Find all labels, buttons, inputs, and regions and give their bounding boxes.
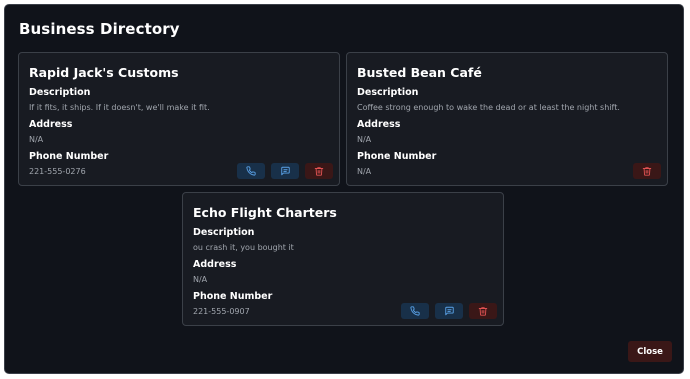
call-button[interactable] (401, 303, 429, 319)
dialog-title: Business Directory (19, 20, 180, 38)
address-label: Address (29, 119, 73, 130)
phone-label: Phone Number (193, 291, 273, 302)
description-value: Coffee strong enough to wake the dead or… (357, 103, 620, 112)
address-label: Address (193, 259, 237, 270)
phone-value: 221-555-0276 (29, 167, 86, 176)
trash-icon (478, 307, 488, 316)
description-label: Description (193, 227, 255, 238)
message-icon (444, 306, 454, 316)
description-label: Description (29, 87, 91, 98)
delete-button[interactable] (633, 163, 661, 179)
trash-icon (314, 167, 324, 176)
message-button[interactable] (435, 303, 463, 319)
business-card: Rapid Jack's Customs Description If it f… (18, 52, 340, 186)
business-directory-dialog: Business Directory Rapid Jack's Customs … (4, 4, 684, 374)
phone-label: Phone Number (29, 151, 109, 162)
phone-value: 221-555-0907 (193, 307, 250, 316)
business-card: Busted Bean Café Description Coffee stro… (346, 52, 668, 186)
description-value: If it fits, it ships. If it doesn't, we'… (29, 103, 210, 112)
phone-icon (410, 306, 420, 316)
delete-button[interactable] (469, 303, 497, 319)
address-value: N/A (357, 135, 372, 144)
address-label: Address (357, 119, 401, 130)
call-button[interactable] (237, 163, 265, 179)
message-button[interactable] (271, 163, 299, 179)
business-name: Echo Flight Charters (193, 205, 337, 220)
phone-value: N/A (357, 167, 372, 176)
business-name: Busted Bean Café (357, 65, 482, 80)
phone-label: Phone Number (357, 151, 437, 162)
trash-icon (642, 167, 652, 176)
description-label: Description (357, 87, 419, 98)
message-icon (280, 166, 290, 176)
close-button[interactable]: Close (628, 341, 672, 362)
address-value: N/A (193, 275, 208, 284)
business-card: Echo Flight Charters Description ou cras… (182, 192, 504, 326)
business-name: Rapid Jack's Customs (29, 65, 179, 80)
phone-icon (246, 166, 256, 176)
delete-button[interactable] (305, 163, 333, 179)
address-value: N/A (29, 135, 44, 144)
description-value: ou crash it, you bought it (193, 243, 294, 252)
